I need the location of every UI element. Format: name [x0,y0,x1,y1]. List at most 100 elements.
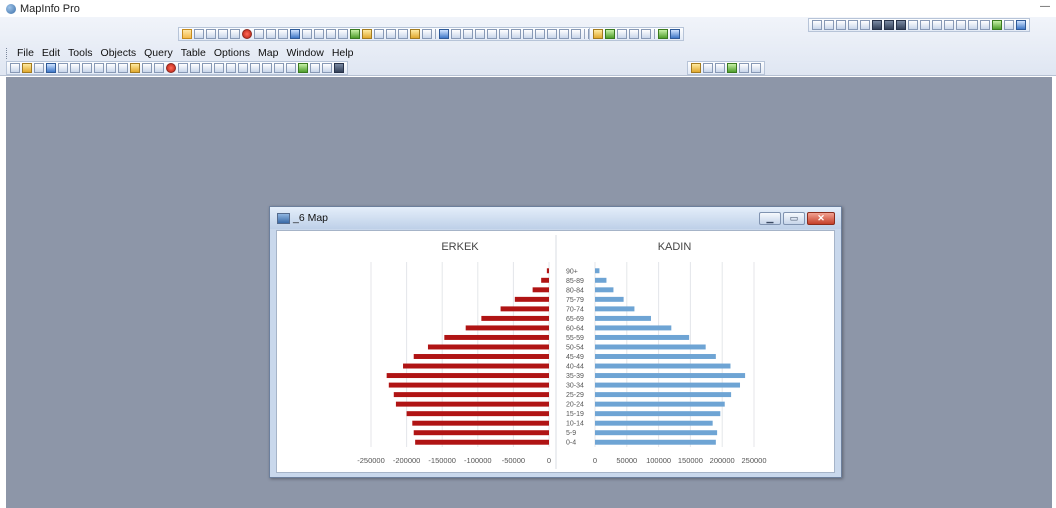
toolbar-tool-icon[interactable] [511,29,521,39]
toolbar-tool-icon[interactable] [34,63,44,73]
toolbar-tool-icon[interactable] [386,29,396,39]
menu-edit[interactable]: Edit [38,47,64,59]
toolbar-tool-icon[interactable] [884,20,894,30]
toolbar-tool-icon[interactable] [118,63,128,73]
toolbar-tool-icon[interactable] [629,29,639,39]
toolbar-tool-icon[interactable] [302,29,312,39]
toolbar-tool-icon[interactable] [836,20,846,30]
toolbar-tool-icon[interactable] [422,29,432,39]
toolbar-tool-icon[interactable] [22,63,32,73]
toolbar-tool-icon[interactable] [980,20,990,30]
toolbar-tool-icon[interactable] [896,20,906,30]
toolbar-tool-icon[interactable] [218,29,228,39]
toolbar-tool-icon[interactable] [398,29,408,39]
toolbar-tool-icon[interactable] [130,63,140,73]
toolbar-tool-icon[interactable] [338,29,348,39]
toolbar-tool-icon[interactable] [451,29,461,39]
toolbar-tool-icon[interactable] [824,20,834,30]
toolbar-tool-icon[interactable] [46,63,56,73]
map-window-title-bar[interactable]: _6 Map ▁ ▭ ✕ [270,207,841,229]
toolbar-tool-icon[interactable] [691,63,701,73]
toolbar-tool-icon[interactable] [475,29,485,39]
menu-options[interactable]: Options [210,47,254,59]
menu-tools[interactable]: Tools [64,47,97,59]
toolbar-tool-icon[interactable] [559,29,569,39]
toolbar-tool-icon[interactable] [1004,20,1014,30]
toolbar-tool-icon[interactable] [242,29,252,39]
toolbar-tool-icon[interactable] [310,63,320,73]
menu-table[interactable]: Table [177,47,210,59]
toolbar-tool-icon[interactable] [202,63,212,73]
toolbar-tool-icon[interactable] [334,63,344,73]
toolbar-tool-icon[interactable] [70,63,80,73]
toolbar-tool-icon[interactable] [463,29,473,39]
toolbar-tool-icon[interactable] [617,29,627,39]
menu-query[interactable]: Query [140,47,177,59]
toolbar-tool-icon[interactable] [266,29,276,39]
toolbar-tool-icon[interactable] [593,29,603,39]
toolbar-tool-icon[interactable] [254,29,264,39]
toolbar-tool-icon[interactable] [214,63,224,73]
toolbar-tool-icon[interactable] [944,20,954,30]
menu-grip-icon[interactable] [6,47,9,59]
toolbar-tool-icon[interactable] [751,63,761,73]
toolbar-tool-icon[interactable] [94,63,104,73]
toolbar-tool-icon[interactable] [605,29,615,39]
toolbar-tool-icon[interactable] [82,63,92,73]
toolbar-tool-icon[interactable] [298,63,308,73]
toolbar-tool-icon[interactable] [274,63,284,73]
toolbar-tool-icon[interactable] [262,63,272,73]
toolbar-tool-icon[interactable] [860,20,870,30]
map-window-minimize-button[interactable]: ▁ [759,212,781,225]
toolbar-tool-icon[interactable] [523,29,533,39]
menu-file[interactable]: File [13,47,38,59]
toolbar-tool-icon[interactable] [547,29,557,39]
menu-help[interactable]: Help [328,47,358,59]
toolbar-tool-icon[interactable] [487,29,497,39]
toolbar-tool-icon[interactable] [812,20,822,30]
toolbar-tool-icon[interactable] [956,20,966,30]
toolbar-tool-icon[interactable] [178,63,188,73]
toolbar-tool-icon[interactable] [410,29,420,39]
menu-objects[interactable]: Objects [97,47,141,59]
toolbar-tool-icon[interactable] [190,63,200,73]
toolbar-tool-icon[interactable] [1016,20,1026,30]
toolbar-tool-icon[interactable] [872,20,882,30]
toolbar-tool-icon[interactable] [326,29,336,39]
toolbar-tool-icon[interactable] [238,63,248,73]
app-minimize-button[interactable]: — [1040,1,1050,12]
toolbar-tool-icon[interactable] [908,20,918,30]
toolbar-tool-icon[interactable] [106,63,116,73]
toolbar-tool-icon[interactable] [166,63,176,73]
map-window[interactable]: _6 Map ▁ ▭ ✕ -250000 -200000 -150000 -10000… [269,206,842,478]
toolbar-tool-icon[interactable] [932,20,942,30]
toolbar-tool-icon[interactable] [641,29,651,39]
toolbar-tool-icon[interactable] [715,63,725,73]
menu-map[interactable]: Map [254,47,282,59]
toolbar-tool-icon[interactable] [182,29,192,39]
toolbar-tool-icon[interactable] [322,63,332,73]
toolbar-tool-icon[interactable] [142,63,152,73]
toolbar-tool-icon[interactable] [658,29,668,39]
toolbar-tool-icon[interactable] [230,29,240,39]
toolbar-tool-icon[interactable] [278,29,288,39]
toolbar-tool-icon[interactable] [920,20,930,30]
toolbar-tool-icon[interactable] [670,29,680,39]
toolbar-tool-icon[interactable] [968,20,978,30]
toolbar-tool-icon[interactable] [374,29,384,39]
toolbar-tool-icon[interactable] [154,63,164,73]
toolbar-tool-icon[interactable] [439,29,449,39]
toolbar-tool-icon[interactable] [362,29,372,39]
toolbar-tool-icon[interactable] [226,63,236,73]
toolbar-tool-icon[interactable] [703,63,713,73]
toolbar-tool-icon[interactable] [290,29,300,39]
toolbar-tool-icon[interactable] [10,63,20,73]
toolbar-tool-icon[interactable] [499,29,509,39]
toolbar-tool-icon[interactable] [350,29,360,39]
toolbar-tool-icon[interactable] [206,29,216,39]
toolbar-tool-icon[interactable] [848,20,858,30]
toolbar-tool-icon[interactable] [992,20,1002,30]
toolbar-tool-icon[interactable] [727,63,737,73]
toolbar-tool-icon[interactable] [739,63,749,73]
toolbar-tool-icon[interactable] [250,63,260,73]
